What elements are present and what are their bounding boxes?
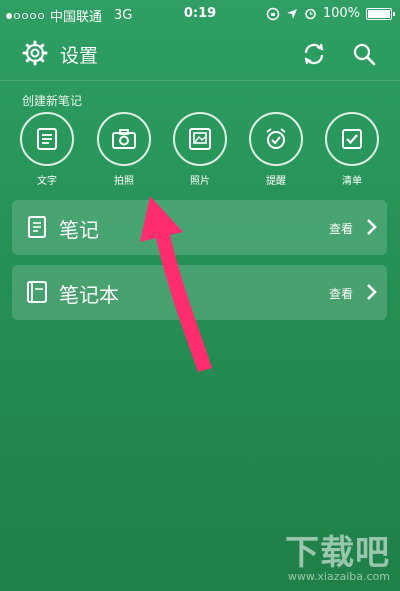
page-title: 设置	[60, 45, 99, 67]
notebooks-card[interactable]: 笔记本 查看	[12, 265, 387, 320]
create-checklist-button[interactable]: 清单	[321, 112, 383, 187]
search-icon[interactable]	[350, 40, 378, 68]
location-icon	[286, 8, 297, 19]
create-text-label: 文字	[37, 176, 57, 187]
create-reminder-label: 提醒	[266, 176, 286, 187]
alarm-status-icon	[305, 8, 316, 20]
notebook-icon	[27, 281, 47, 303]
notes-card[interactable]: 笔记 查看	[12, 200, 387, 255]
create-checklist-label: 清单	[342, 176, 362, 187]
notes-view-link[interactable]: 查看	[329, 220, 353, 237]
status-bar: 中国联通 3G 0:19 100%	[0, 0, 400, 28]
battery-percent: 100%	[322, 6, 360, 21]
battery-icon	[366, 7, 395, 20]
notes-card-label: 笔记	[59, 218, 99, 242]
notebooks-view-link[interactable]: 查看	[329, 285, 353, 302]
camera-icon	[97, 112, 151, 166]
checklist-icon	[325, 112, 379, 166]
note-icon	[28, 216, 46, 238]
chevron-right-icon	[367, 284, 377, 300]
create-image-label: 照片	[190, 176, 210, 187]
create-image-button[interactable]: 照片	[169, 112, 231, 187]
text-note-icon	[20, 112, 74, 166]
header-divider	[0, 80, 400, 81]
photo-icon	[173, 112, 227, 166]
alarm-icon	[249, 112, 303, 166]
watermark: 下载吧 www.xiazaiba.com	[285, 525, 390, 583]
create-reminder-button[interactable]: 提醒	[245, 112, 307, 187]
gear-icon[interactable]	[22, 40, 48, 66]
rotation-lock-icon	[266, 7, 280, 20]
notebooks-card-label: 笔记本	[59, 283, 119, 307]
watermark-logo-text: 下载吧	[285, 533, 390, 573]
create-photo-label: 拍照	[114, 176, 134, 187]
create-section-title: 创建新笔记	[22, 94, 83, 108]
header-bar: 设置	[0, 32, 400, 76]
status-right: 100%	[266, 6, 395, 21]
create-text-button[interactable]: 文字	[16, 112, 78, 187]
chevron-right-icon	[367, 219, 377, 235]
sync-icon[interactable]	[300, 40, 328, 68]
create-photo-button[interactable]: 拍照	[93, 112, 155, 187]
create-buttons-row: 文字 拍照 照片 提醒 清单	[0, 112, 400, 192]
watermark-url: www.xiazaiba.com	[287, 570, 390, 583]
